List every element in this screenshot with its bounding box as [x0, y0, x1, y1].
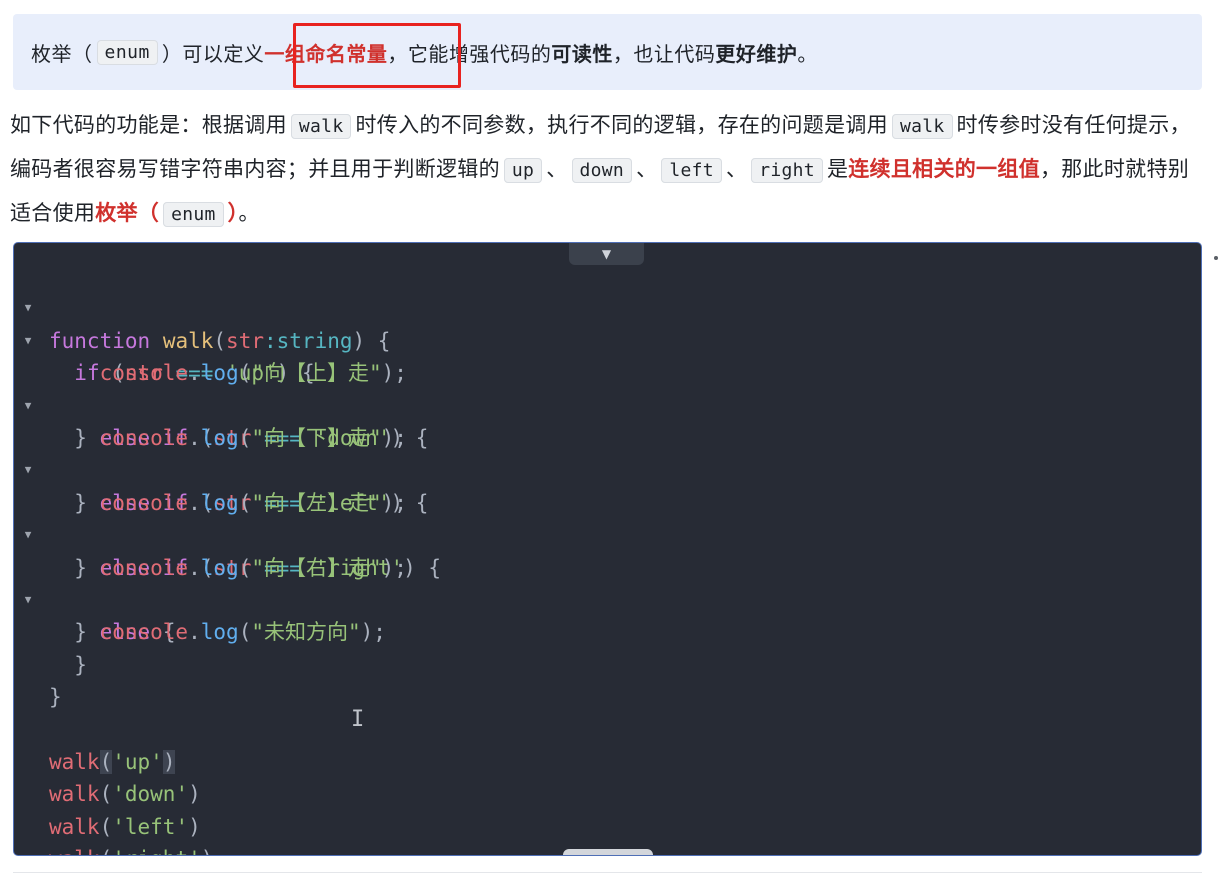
param: str: [226, 328, 264, 353]
type: string: [276, 328, 353, 353]
note-bold-readability: 可读性: [551, 41, 613, 66]
code-line: console.log("未知方向");: [99, 620, 386, 645]
para-highlight-enum-close: ）: [227, 201, 239, 225]
code-line: ▼ } else if (str === 'right') {: [14, 487, 441, 579]
method: log: [200, 490, 239, 515]
para-sep: 、: [725, 157, 748, 181]
note-text-1: 枚举（: [31, 41, 93, 66]
code-line: walk('right'): [14, 811, 213, 855]
method: log: [200, 555, 239, 580]
code-line: console.log("向【右】走");: [99, 555, 407, 580]
colon: :: [263, 328, 277, 353]
code-line: }: [49, 685, 62, 710]
inline-code-enum: enum: [96, 39, 158, 65]
code-line: console.log("向【左】走");: [99, 490, 407, 515]
para-text: 如下代码的功能是：根据调用: [10, 113, 287, 137]
inline-code-up: up: [503, 158, 543, 183]
object: console: [99, 490, 189, 515]
divider: [13, 872, 1202, 873]
string: 'left': [112, 814, 189, 839]
text-cursor-icon: I: [351, 707, 365, 732]
caret-down-icon: ▼: [601, 247, 612, 261]
para-text: 是: [826, 157, 849, 181]
string: 'up': [112, 749, 163, 774]
code-line: walk('down'): [49, 782, 201, 807]
para-highlight: 连续且相关的一组值: [848, 157, 1040, 181]
side-dot: [1214, 256, 1218, 260]
note-highlight: 一组命名常量: [264, 41, 388, 66]
code-line: ▼ function walk(str:string) {: [14, 260, 391, 352]
description-paragraph: 如下代码的功能是：根据调用 walk 时传入的不同参数，执行不同的逻辑，存在的问题是…: [10, 104, 1205, 236]
punct: ) {: [352, 328, 391, 353]
inline-code-enum: enum: [163, 202, 224, 227]
string: "向【左】走": [251, 490, 382, 515]
code-line: ▼ } else if (str === 'down') {: [14, 357, 429, 450]
code-line: ▼ } else if (str === 'left') {: [14, 422, 429, 514]
code-line: console.log("向【上】走");: [99, 361, 407, 386]
note-bold-maintain: 更好维护: [715, 41, 798, 66]
note-text-5: 。: [797, 41, 818, 66]
inline-code-left: left: [661, 158, 722, 183]
inline-code-down: down: [571, 158, 633, 183]
method: log: [200, 620, 239, 645]
call-name: walk: [49, 847, 100, 855]
para-sep: 、: [636, 157, 658, 181]
code-line: }: [49, 652, 87, 677]
code-line: console.log("向【下】走");: [99, 425, 407, 450]
para-sep: 、: [546, 157, 568, 181]
inline-code-right: right: [751, 158, 823, 183]
string: 'down': [112, 782, 189, 807]
para-highlight-enum: 枚举（: [95, 201, 160, 225]
string: 'right': [112, 847, 201, 855]
code-line: walk('left'): [49, 814, 201, 839]
code-line: walk('up'): [49, 749, 176, 774]
para-text: 时传入的不同参数，执行不同的逻辑，存在的问题是调用: [355, 113, 888, 137]
inline-code-walk: walk: [290, 114, 352, 139]
string: "向【下】走": [251, 425, 382, 450]
note-text-2: ）可以定义: [161, 41, 265, 66]
function-name: walk: [162, 328, 214, 353]
code-line: ▼ } else {: [14, 552, 176, 644]
string: "向【右】走": [251, 555, 382, 580]
method: log: [200, 361, 239, 386]
string: "向【上】走": [251, 361, 382, 386]
horizontal-scrollbar[interactable]: [563, 849, 653, 855]
note-text-4: ，也让代码: [612, 41, 716, 66]
info-callout: 枚举（ enum ）可以定义 一组命名常量 ，它能增强代码的 可读性 ，也让代码 更好维护。: [13, 14, 1202, 90]
object: console: [99, 361, 189, 386]
object: console: [99, 620, 189, 645]
method: log: [200, 425, 239, 450]
collapse-code-button[interactable]: ▼: [569, 243, 644, 265]
object: console: [99, 425, 189, 450]
code-block[interactable]: ▼ ▼ function walk(str:string) { ▼ if (st…: [13, 242, 1202, 856]
note-text-3: ，它能增强代码的: [387, 41, 552, 66]
code-line: ▼ if (str === 'up') {: [14, 292, 315, 385]
para-text: 。: [238, 201, 260, 225]
inline-code-walk: walk: [891, 114, 953, 139]
object: console: [99, 555, 189, 580]
string: "未知方向": [251, 620, 361, 645]
code-lines: ▼ function walk(str:string) { ▼ if (str …: [14, 260, 441, 855]
